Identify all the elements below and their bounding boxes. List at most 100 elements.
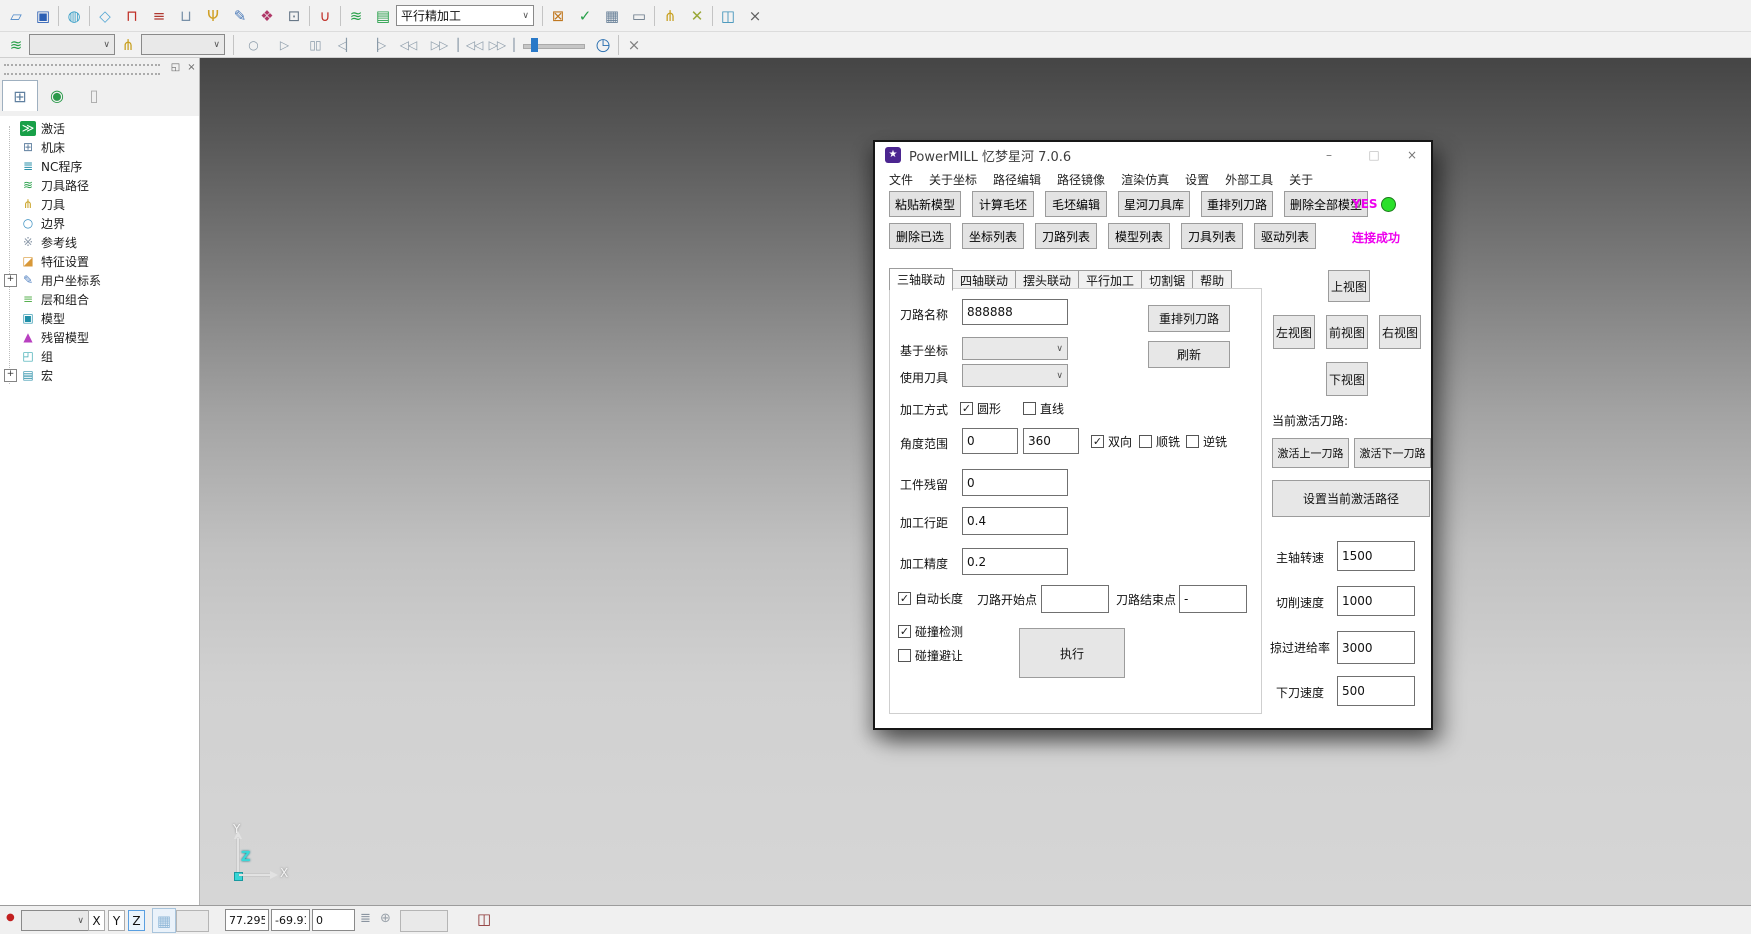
cross-tools-icon[interactable]: ✕: [687, 5, 707, 27]
reorder-toolpaths-button[interactable]: 重排列刀路: [1148, 305, 1230, 332]
climb-mill-checkbox[interactable]: 顺铣: [1139, 433, 1180, 450]
tab-explorer-tree[interactable]: ⊞: [2, 80, 38, 111]
tab-3axis[interactable]: 三轴联动: [889, 268, 953, 291]
cutting-feed-input[interactable]: [1337, 586, 1415, 616]
bidirectional-checkbox[interactable]: ✓ 双向: [1091, 433, 1132, 450]
plunge-feed-input[interactable]: [1337, 676, 1415, 706]
angle-from-input[interactable]: [962, 428, 1018, 454]
slider-thumb[interactable]: [531, 38, 538, 52]
action-button[interactable]: 驱动列表: [1254, 223, 1316, 249]
axis-z-button[interactable]: Z: [128, 910, 145, 931]
tree-item[interactable]: ◪ 特征设置: [0, 252, 199, 271]
angle-to-input[interactable]: [1023, 428, 1079, 454]
calculator-icon[interactable]: ▦: [602, 5, 622, 27]
coordinate-y-input[interactable]: [271, 909, 310, 931]
minimize-button[interactable]: –: [1313, 145, 1345, 165]
expand-toggle[interactable]: +: [4, 369, 17, 382]
close-toolbar-icon[interactable]: ×: [745, 5, 765, 27]
action-button[interactable]: 计算毛坯: [972, 191, 1034, 217]
action-button[interactable]: 坐标列表: [962, 223, 1024, 249]
panel-restore-icon[interactable]: ◱: [168, 61, 183, 75]
tree-item[interactable]: ≡ 层和组合: [0, 290, 199, 309]
simulation-speed-slider[interactable]: [523, 38, 585, 52]
step-back-icon[interactable]: ◁▏: [332, 34, 360, 56]
sim-toolpath-select[interactable]: ∨: [29, 34, 115, 55]
toolpath-icon[interactable]: ≋: [346, 5, 366, 27]
activate-next-toolpath-button[interactable]: 激活下一刀路: [1354, 438, 1431, 468]
tree-item[interactable]: ⋔ 刀具: [0, 195, 199, 214]
tool-pair-icon[interactable]: ⋔: [660, 5, 680, 27]
action-button[interactable]: 模型列表: [1108, 223, 1170, 249]
tree-item[interactable]: ※ 参考线: [0, 233, 199, 252]
axis-y-button[interactable]: Y: [108, 910, 125, 931]
use-tool-select[interactable]: ∨: [962, 364, 1068, 387]
tree-item[interactable]: + ✎ 用户坐标系: [0, 271, 199, 290]
start-point-input[interactable]: [1041, 585, 1109, 613]
play-icon[interactable]: ▷: [270, 34, 298, 56]
tree-item[interactable]: ▣ 模型: [0, 309, 199, 328]
action-button[interactable]: 刀具列表: [1181, 223, 1243, 249]
menu-item[interactable]: 关于: [1281, 171, 1321, 188]
dialog-title-bar[interactable]: ★ PowerMILL 忆梦星河 7.0.6: [875, 142, 1431, 168]
activate-prev-toolpath-button[interactable]: 激活上一刀路: [1272, 438, 1349, 468]
menu-item[interactable]: 路径镜像: [1049, 171, 1113, 188]
fast-forward-icon[interactable]: ▷▷: [425, 34, 453, 56]
close-button[interactable]: ×: [1396, 145, 1428, 165]
statistics-icon[interactable]: ≡: [149, 5, 169, 27]
cursor-mode-icon[interactable]: ●: [6, 912, 15, 923]
view-right-button[interactable]: 右视图: [1379, 315, 1421, 349]
action-button[interactable]: 刀路列表: [1035, 223, 1097, 249]
auto-length-checkbox[interactable]: ✓ 自动长度: [898, 590, 963, 607]
skim-feed-input[interactable]: [1337, 631, 1415, 664]
view-bottom-button[interactable]: 下视图: [1326, 362, 1368, 396]
menu-item[interactable]: 路径编辑: [985, 171, 1049, 188]
close-sim-toolbar-icon[interactable]: ×: [624, 34, 644, 56]
collision-avoid-checkbox[interactable]: 碰撞避让: [898, 647, 963, 664]
tool-block-icon[interactable]: ⊡: [284, 5, 304, 27]
panel-close-icon[interactable]: ×: [184, 61, 199, 75]
line-checkbox[interactable]: 直线: [1023, 400, 1064, 417]
save-project-icon[interactable]: ▣: [33, 5, 53, 27]
status-input-2[interactable]: [400, 910, 448, 932]
action-button[interactable]: 重排列刀路: [1201, 191, 1273, 217]
menu-item[interactable]: 外部工具: [1217, 171, 1281, 188]
action-button[interactable]: 星河刀具库: [1118, 191, 1190, 217]
menu-item[interactable]: 渲染仿真: [1113, 171, 1177, 188]
base-coord-select[interactable]: ∨: [962, 337, 1068, 360]
block-icon[interactable]: ◇: [95, 5, 115, 27]
axis-x-button[interactable]: X: [88, 910, 105, 931]
refresh-button[interactable]: 刷新: [1148, 341, 1230, 368]
step-forward-icon[interactable]: ▕▷: [363, 34, 391, 56]
status-entity-select[interactable]: ∨: [21, 910, 89, 931]
collision-check-checkbox[interactable]: ✓ 碰撞检测: [898, 623, 963, 640]
block-calc-icon[interactable]: ◍: [64, 5, 84, 27]
view-left-button[interactable]: 左视图: [1273, 315, 1315, 349]
tab-web-globe[interactable]: ◉: [39, 80, 75, 111]
tree-item[interactable]: ≣ NC程序: [0, 157, 199, 176]
action-button[interactable]: 粘贴新模型: [889, 191, 961, 217]
stepover-input[interactable]: [962, 507, 1068, 535]
tree-item[interactable]: + ▤ 宏: [0, 366, 199, 385]
toolpath-name-input[interactable]: [962, 299, 1068, 325]
leads-links-icon[interactable]: Ψ: [203, 5, 223, 27]
menu-item[interactable]: 关于坐标: [921, 171, 985, 188]
go-end-icon[interactable]: ▷▷▕: [487, 34, 515, 56]
maximize-button[interactable]: □: [1358, 145, 1390, 165]
set-active-path-button[interactable]: 设置当前激活路径: [1272, 480, 1430, 517]
execute-button[interactable]: 执行: [1019, 628, 1125, 678]
light-icon[interactable]: ○: [239, 34, 267, 56]
points-icon[interactable]: ❖: [257, 5, 277, 27]
view-front-button[interactable]: 前视图: [1326, 315, 1368, 349]
ruler-icon[interactable]: ▭: [629, 5, 649, 27]
feed-rate-icon[interactable]: ⊓: [122, 5, 142, 27]
stock-allowance-input[interactable]: [962, 469, 1068, 496]
expand-toggle[interactable]: +: [4, 274, 17, 287]
go-start-icon[interactable]: ▏◁◁: [456, 34, 484, 56]
coordinate-x-input[interactable]: [225, 909, 269, 931]
grid-toggle-button[interactable]: ▦: [152, 908, 176, 933]
tree-item[interactable]: ◰ 组: [0, 347, 199, 366]
tree-item[interactable]: ≫ 激活: [0, 119, 199, 138]
edit-toolpath-icon[interactable]: ✎: [230, 5, 250, 27]
conventional-mill-checkbox[interactable]: 逆铣: [1186, 433, 1227, 450]
models-icon[interactable]: ◫: [718, 5, 738, 27]
